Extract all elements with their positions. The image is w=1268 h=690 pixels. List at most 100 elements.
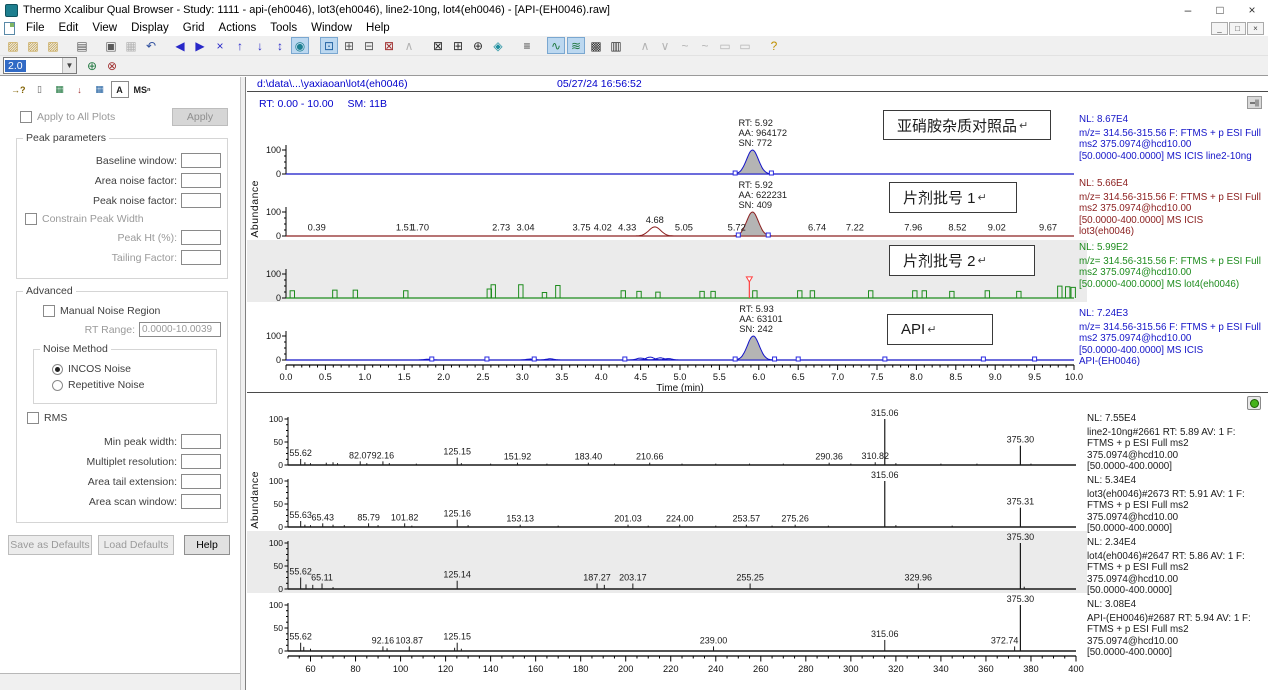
grid-center-icon[interactable]: ⊕: [469, 37, 487, 54]
expand-range-icon[interactable]: ↕: [271, 37, 289, 54]
menu-edit[interactable]: Edit: [52, 21, 86, 35]
shift-down-icon[interactable]: ↓: [251, 37, 269, 54]
display-options-icon[interactable]: ⊡: [320, 37, 338, 54]
paste-icon[interactable]: ▦: [122, 37, 140, 54]
menu-items: FileEditViewDisplayGridActionsToolsWindo…: [19, 21, 397, 35]
menu-tools[interactable]: Tools: [263, 21, 304, 35]
tab-ranges[interactable]: ▦: [91, 81, 109, 98]
baseline-window-input[interactable]: [181, 153, 221, 168]
print-icon[interactable]: ▤: [73, 37, 91, 54]
split-peak-icon[interactable]: ~: [696, 37, 714, 54]
close-button[interactable]: ×: [1236, 3, 1268, 17]
open-result-icon[interactable]: ▨: [44, 37, 62, 54]
undo-icon[interactable]: ↶: [142, 37, 160, 54]
menu-window[interactable]: Window: [304, 21, 359, 35]
combo-dropdown-icon[interactable]: ▼: [62, 58, 76, 73]
spectrum-trace-3[interactable]: 10050055.6265.11125.14187.27203.17255.25…: [247, 531, 1087, 593]
save-defaults-button[interactable]: Save as Defaults: [8, 535, 92, 555]
menu-file[interactable]: File: [19, 21, 52, 35]
spectrum-view-icon[interactable]: ≋: [567, 37, 585, 54]
add-peak-icon[interactable]: ∧: [636, 37, 654, 54]
incos-noise-radio[interactable]: [52, 364, 63, 375]
status-orb-icon[interactable]: [1247, 396, 1261, 410]
spectrum-trace-4[interactable]: 10050055.6292.16103.87125.15239.00315.06…: [247, 593, 1087, 655]
shift-up-icon[interactable]: ↑: [231, 37, 249, 54]
tab-grid[interactable]: ▦: [51, 81, 69, 98]
grid-add-icon[interactable]: ⊞: [449, 37, 467, 54]
multiplet-resolution-input[interactable]: [181, 454, 221, 469]
levels-icon[interactable]: ≡: [518, 37, 536, 54]
open-study-icon[interactable]: ▨: [24, 37, 42, 54]
chromatogram-view-icon[interactable]: ∿: [547, 37, 565, 54]
menu-grid[interactable]: Grid: [176, 21, 212, 35]
delete-cell-icon[interactable]: ⊠: [380, 37, 398, 54]
mdi-restore-button[interactable]: □: [1229, 22, 1246, 35]
svg-text:6.0: 6.0: [752, 372, 765, 382]
mdi-close-button[interactable]: ×: [1247, 22, 1264, 35]
manual-noise-checkbox[interactable]: [43, 305, 55, 317]
svg-text:125.15: 125.15: [443, 632, 471, 642]
menu-display[interactable]: Display: [124, 21, 176, 35]
grid-reset-icon[interactable]: ⊠: [429, 37, 447, 54]
panel-splitter[interactable]: [240, 77, 246, 690]
reset-range-icon[interactable]: ×: [211, 37, 229, 54]
remove-peak-icon[interactable]: ∨: [656, 37, 674, 54]
zoom-reset-icon[interactable]: ⊗: [103, 57, 121, 74]
next-icon[interactable]: ▶: [191, 37, 209, 54]
load-defaults-button[interactable]: Load Defaults: [98, 535, 174, 555]
tab-sort[interactable]: ↓: [71, 81, 89, 98]
sample-callout-1: 亚硝胺杂质对照品↵: [883, 110, 1051, 140]
peak-ht-input[interactable]: [181, 230, 221, 245]
spectrum-trace-2[interactable]: 10050055.6365.4385.79101.82125.16153.132…: [247, 469, 1087, 531]
peak-detect-icon[interactable]: ∧: [400, 37, 418, 54]
svg-text:50: 50: [274, 561, 284, 571]
copy-icon[interactable]: ▣: [102, 37, 120, 54]
report-view-icon[interactable]: ▥: [607, 37, 625, 54]
help-icon[interactable]: ?: [765, 37, 783, 54]
menu-actions[interactable]: Actions: [212, 21, 264, 35]
area-tail-input[interactable]: [181, 474, 221, 489]
menu-help[interactable]: Help: [359, 21, 397, 35]
normalize-icon[interactable]: ◉: [291, 37, 309, 54]
constrain-peak-width-checkbox[interactable]: [25, 213, 37, 225]
help-button[interactable]: Help: [184, 535, 230, 555]
svg-text:101.82: 101.82: [391, 512, 419, 522]
area-scan-input[interactable]: [181, 494, 221, 509]
apply-all-checkbox[interactable]: [20, 111, 32, 123]
tab-pinning[interactable]: →?: [8, 81, 29, 98]
repetitive-noise-radio[interactable]: [52, 380, 63, 391]
rms-checkbox[interactable]: [27, 412, 39, 424]
open-file-icon[interactable]: ▨: [4, 37, 22, 54]
pin-icon[interactable]: [1247, 96, 1262, 109]
zoom-in-icon[interactable]: ⊕: [83, 57, 101, 74]
grid-color-icon[interactable]: ◈: [489, 37, 507, 54]
svg-text:Time (min): Time (min): [656, 383, 703, 392]
peak-noise-input[interactable]: [181, 193, 221, 208]
svg-text:2.0: 2.0: [437, 372, 450, 382]
extend-peak-icon[interactable]: ~: [676, 37, 694, 54]
manual-peak-icon[interactable]: ▭: [716, 37, 734, 54]
previous-icon[interactable]: ◀: [171, 37, 189, 54]
tailing-factor-input[interactable]: [181, 250, 221, 265]
tab-msn[interactable]: MSⁿ: [131, 81, 154, 98]
undo-peak-icon[interactable]: ▭: [736, 37, 754, 54]
map-view-icon[interactable]: ▩: [587, 37, 605, 54]
min-peak-width-input[interactable]: [181, 434, 221, 449]
spectrum-trace-1[interactable]: 10050055.6282.0792.16125.15151.92183.402…: [247, 407, 1087, 469]
pin-cell-icon[interactable]: ⊟: [360, 37, 378, 54]
spectrum-cell[interactable]: Relative Abundance 10050055.6282.0792.16…: [247, 392, 1268, 690]
mdi-minimize-button[interactable]: _: [1211, 22, 1228, 35]
tab-annotate[interactable]: A: [111, 81, 129, 98]
insert-cell-icon[interactable]: ⊞: [340, 37, 358, 54]
menu-view[interactable]: View: [85, 21, 124, 35]
area-noise-input[interactable]: [181, 173, 221, 188]
zoom-level-combo[interactable]: 2.0 ▼: [3, 57, 77, 74]
svg-text:0: 0: [276, 355, 281, 364]
restore-button[interactable]: □: [1204, 3, 1236, 17]
spectrum-annotation-1: NL: 7.55E4line2-10ng#2661 RT: 5.89 AV: 1…: [1087, 413, 1265, 473]
rt-range-input[interactable]: [139, 322, 221, 337]
minimize-button[interactable]: –: [1172, 3, 1204, 17]
tab-info[interactable]: ▯: [31, 81, 49, 98]
chromatogram-cell[interactable]: RT: 0.00 - 10.00SM: 11B Relative Abundan…: [247, 91, 1268, 392]
apply-button[interactable]: Apply: [172, 108, 228, 126]
